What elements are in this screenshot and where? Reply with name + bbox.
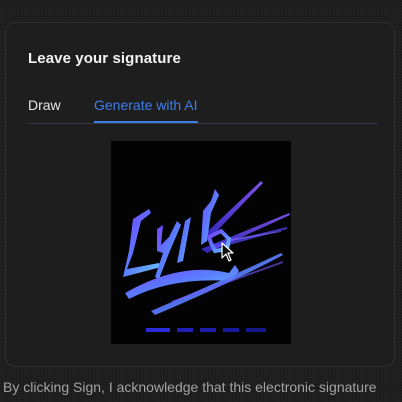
card-title: Leave your signature	[28, 50, 181, 67]
signature-card: Leave your signature Draw Generate with …	[5, 22, 395, 367]
consent-text: By clicking Sign, I acknowledge that thi…	[3, 379, 377, 395]
tab-draw[interactable]: Draw	[28, 97, 61, 121]
ai-signature-preview[interactable]	[111, 141, 291, 344]
generation-progress	[146, 328, 266, 332]
signature-image	[123, 181, 290, 332]
tab-generate-with-ai[interactable]: Generate with AI	[94, 97, 198, 123]
page: Leave your signature Draw Generate with …	[0, 0, 402, 402]
mouse-pointer-icon	[221, 242, 234, 262]
tab-bar: Draw Generate with AI	[28, 97, 378, 124]
